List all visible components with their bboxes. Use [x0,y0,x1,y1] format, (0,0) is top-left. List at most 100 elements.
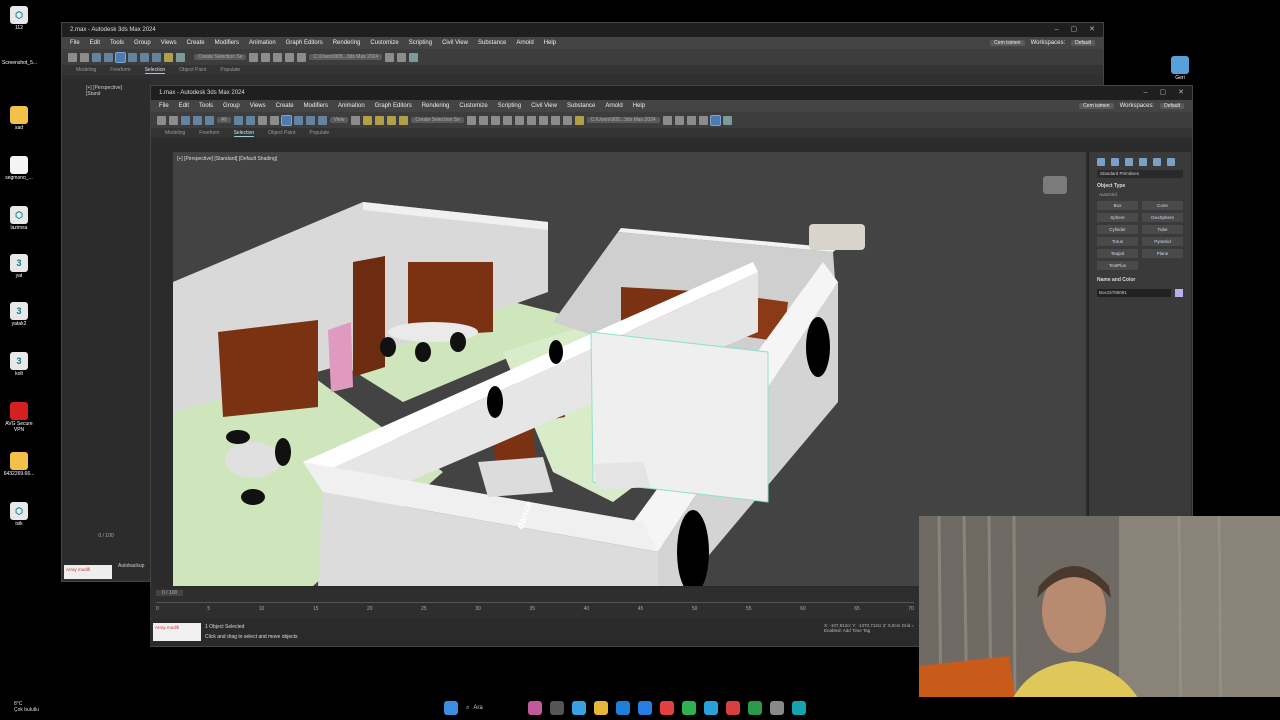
selection-filter-select[interactable]: All [217,117,231,123]
project-icon[interactable] [686,115,696,125]
undo-icon[interactable] [68,52,77,62]
project-path[interactable]: C:\Users\905...3ds Max 2024 [586,117,660,123]
move-icon[interactable] [280,114,292,126]
close-icon[interactable]: ✕ [1178,86,1184,100]
scale-icon[interactable] [152,52,161,62]
menu-create[interactable]: Create [276,103,294,109]
menu-graph-editors[interactable]: Graph Editors [286,40,323,46]
select-object-icon[interactable] [233,115,243,125]
selection-set-select[interactable]: Create Selection Se [194,54,247,60]
object-type-title[interactable]: Object Type [1089,180,1191,192]
create-tab-icon[interactable] [1097,158,1105,166]
user-badge[interactable]: Cem isimen [990,40,1025,46]
align-icon[interactable] [249,52,259,62]
menu-civil-view[interactable]: Civil View [531,103,557,109]
select-icon[interactable] [115,51,126,63]
link-icon[interactable] [181,115,190,125]
ribbon-tab-modeling[interactable]: Modeling [76,67,96,73]
redo-icon[interactable] [80,52,89,62]
menu-create[interactable]: Create [187,40,205,46]
minimize-icon[interactable]: – [1055,23,1059,37]
ribbon-tab-populate[interactable]: Populate [220,67,240,73]
chrome-icon[interactable] [726,701,740,715]
render-setup-icon[interactable] [550,115,560,125]
menu-arnold[interactable]: Arnold [516,40,533,46]
create-teapot-button[interactable]: Teapot [1097,249,1138,258]
desktop-icon-112[interactable]: ⬡ 112 [2,6,36,31]
create-cylinder-button[interactable]: Cylinder [1097,225,1138,234]
motion-tab-icon[interactable] [1139,158,1147,166]
place-icon[interactable] [317,115,327,125]
selection-set-select[interactable]: Create Selection Se [411,117,464,123]
desktop-icon-kolt[interactable]: 3 kolt [2,352,36,377]
menu-animation[interactable]: Animation [249,40,276,46]
render-frame-icon[interactable] [562,115,572,125]
desktop-icon-screenshot[interactable]: Screenshot_5... [2,60,37,66]
menu-edit[interactable]: Edit [90,40,100,46]
opera-icon[interactable] [660,701,674,715]
arnold-icon[interactable] [409,52,419,62]
schematic-view-icon[interactable] [526,115,536,125]
create-tube-button[interactable]: Tube [1142,225,1183,234]
close-icon[interactable]: ✕ [1089,23,1095,37]
3ds-max-icon[interactable] [792,701,806,715]
bind-space-warp-icon[interactable] [205,115,214,125]
time-slider[interactable]: 0 / 100 [156,590,184,596]
ribbon-tab-modeling[interactable]: Modeling [165,130,185,136]
maximize-icon[interactable]: ▢ [1160,86,1167,100]
menu-help[interactable]: Help [544,40,556,46]
minimize-icon[interactable]: – [1144,86,1148,100]
ribbon-tab-selection[interactable]: Selection [233,130,255,137]
whatsapp-icon[interactable] [682,701,696,715]
file-explorer-icon[interactable] [594,701,608,715]
weather-widget[interactable]: 8°C Çok bulutlu [14,701,39,713]
ribbon-tab-freeform[interactable]: Freeform [199,130,219,136]
menu-rendering[interactable]: Rendering [422,103,450,109]
desktop-icon-avg[interactable]: AVG Secure VPN [2,402,36,433]
curve-editor-icon[interactable] [514,115,524,125]
menu-group[interactable]: Group [223,103,240,109]
ribbon-tab-selection[interactable]: Selection [144,67,166,74]
ribbon-tab-object-paint[interactable]: Object Paint [268,130,295,136]
save-icon[interactable] [397,52,407,62]
open-folder-icon[interactable] [662,115,672,125]
menu-civil-view[interactable]: Civil View [442,40,468,46]
maximize-icon[interactable]: ▢ [1071,23,1078,37]
menu-modifiers[interactable]: Modifiers [215,40,239,46]
mirror-icon[interactable] [466,115,476,125]
desktop-icon-segmono[interactable]: segmono_... [2,156,36,181]
layer-icon[interactable] [261,52,271,62]
display-tab-icon[interactable] [1153,158,1161,166]
unlink-icon[interactable] [104,52,113,62]
pivot-icon[interactable] [351,115,361,125]
desktop-icon-yatak2[interactable]: 3 yatak2 [2,302,36,327]
desktop-icon-sad[interactable]: sad [2,106,36,131]
maxscript-listener[interactable]: Array modifi [153,623,201,641]
render-icon[interactable] [574,115,584,125]
menu-animation[interactable]: Animation [338,103,365,109]
task-view-icon[interactable] [550,701,564,715]
menu-substance[interactable]: Substance [567,103,595,109]
object-name-input[interactable]: Box15786091 [1097,289,1171,297]
desktop-icon-recycle-bin[interactable]: Geri [1168,56,1192,81]
menu-customize[interactable]: Customize [459,103,487,109]
desktop-icon-lazimsa[interactable]: ⬡ lazimsa [2,206,36,231]
app-icon[interactable] [770,701,784,715]
material-editor-icon[interactable] [285,52,295,62]
menu-file[interactable]: File [159,103,169,109]
desktop-icon-isik[interactable]: ⬡ isik [2,502,36,527]
menu-views[interactable]: Views [161,40,177,46]
menu-group[interactable]: Group [134,40,151,46]
project-path[interactable]: C:\Users\905...3ds Max 2024 [309,54,383,60]
menu-graph-editors[interactable]: Graph Editors [375,103,412,109]
menu-file[interactable]: File [70,40,80,46]
excel-icon[interactable] [748,701,762,715]
link-icon[interactable] [92,52,101,62]
widgets-icon[interactable] [528,701,542,715]
redo-icon[interactable] [169,115,178,125]
snap-icon[interactable] [164,52,173,62]
name-color-title[interactable]: Name and Color [1089,274,1191,286]
create-torus-button[interactable]: Torus [1097,237,1138,246]
desktop-icon-yat[interactable]: 3 yat [2,254,36,279]
unlink-icon[interactable] [193,115,202,125]
